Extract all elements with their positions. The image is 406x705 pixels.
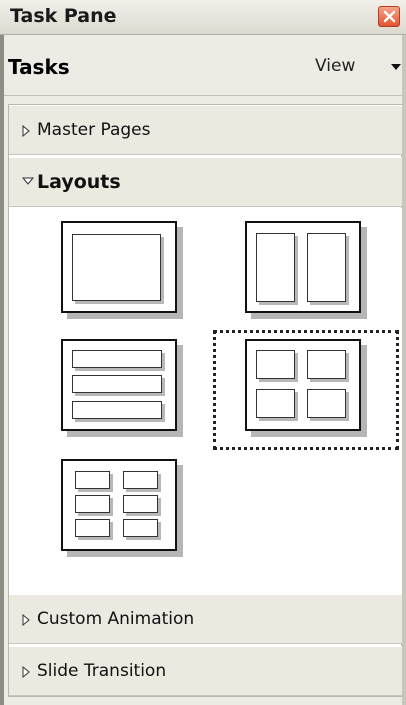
close-button[interactable] [378, 6, 400, 27]
section-label: Master Pages [37, 120, 151, 140]
section-label: Slide Transition [37, 661, 167, 681]
layout-two-columns[interactable] [245, 221, 361, 313]
pane-right-border [402, 0, 406, 705]
section-slide-transition[interactable]: Slide Transition [9, 646, 402, 696]
triangle-right-icon [22, 125, 30, 137]
close-icon [383, 10, 396, 23]
layout-six-content[interactable] [61, 459, 177, 551]
section-label: Custom Animation [37, 609, 195, 629]
layout-placeholder [72, 401, 162, 419]
layout-placeholder [123, 471, 158, 489]
layout-placeholder [307, 350, 346, 379]
layout-placeholder [256, 233, 295, 302]
section-label: Layouts [37, 171, 121, 193]
triangle-right-icon [22, 614, 30, 626]
section-custom-animation[interactable]: Custom Animation [9, 594, 402, 644]
layout-three-rows[interactable] [61, 339, 177, 431]
layout-placeholder [72, 234, 161, 301]
layout-placeholder [75, 495, 110, 513]
layout-placeholder [307, 233, 346, 302]
layout-placeholder [256, 389, 295, 418]
tasks-label: Tasks [8, 55, 70, 79]
view-menu-button[interactable]: View [315, 56, 355, 76]
section-layouts[interactable]: Layouts [9, 157, 402, 207]
pane-left-border [0, 0, 4, 705]
layout-placeholder [72, 350, 162, 368]
layout-title-content[interactable] [61, 221, 177, 313]
triangle-right-icon [22, 666, 30, 678]
window-title: Task Pane [10, 5, 117, 27]
layout-placeholder [72, 375, 162, 393]
layout-four-content[interactable] [245, 339, 361, 431]
chevron-down-icon[interactable] [391, 64, 401, 70]
layout-placeholder [123, 519, 158, 537]
section-master-pages[interactable]: Master Pages [9, 105, 402, 155]
task-pane: Task Pane Tasks View Master Pages Layout… [0, 0, 406, 705]
title-bar: Task Pane [0, 0, 406, 35]
tasks-header: Tasks View [4, 35, 402, 96]
layout-placeholder [307, 389, 346, 418]
layout-placeholder [75, 471, 110, 489]
layout-placeholder [75, 519, 110, 537]
layout-placeholder [256, 350, 295, 379]
layout-placeholder [123, 495, 158, 513]
triangle-down-icon [22, 177, 34, 185]
